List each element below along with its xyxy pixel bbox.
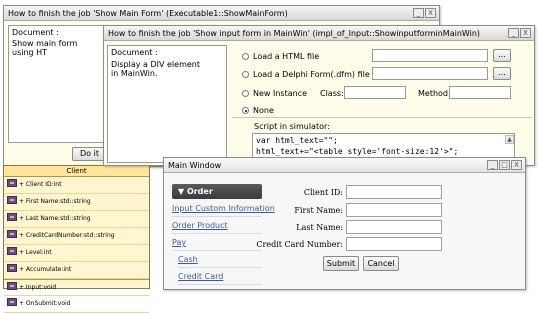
document-panel: Document : Display a DIV element in Main… [107, 45, 227, 163]
method-label: Method: [418, 89, 451, 98]
minimize-button[interactable]: _ [508, 28, 519, 38]
main-window: Main Window _ □ X ▼ Order Input Custom I… [163, 157, 526, 290]
radio-new-instance[interactable]: New Instance [242, 89, 307, 98]
code-line: var html_text=""; [256, 136, 338, 145]
class-input[interactable] [344, 86, 406, 99]
window-titlebar[interactable]: How to finish the job 'Show input form i… [104, 26, 534, 41]
last-name-label: Last Name: [296, 223, 343, 232]
client-id-label: Client ID: [303, 188, 343, 197]
field-icon [7, 213, 17, 221]
last-name-input[interactable] [346, 220, 442, 234]
field-icon [7, 196, 17, 204]
client-id-input[interactable] [346, 185, 442, 199]
radio-load-html[interactable]: Load a HTML file [242, 52, 319, 61]
field-icon [7, 264, 17, 272]
radio-none[interactable]: None [242, 106, 274, 115]
close-button[interactable]: X [425, 8, 436, 18]
class-member: + Accumulate:int [4, 262, 149, 279]
document-text: Display a DIV element in MainWin. [111, 60, 200, 78]
class-member: + Last Name:std::string [4, 211, 149, 228]
window-titlebar[interactable]: Main Window _ □ X [164, 158, 525, 173]
radio-circle[interactable] [242, 71, 249, 78]
class-diagram-client: Client + Client ID:int + First Name:std:… [3, 165, 150, 313]
document-label: Document : [12, 28, 59, 37]
field-icon [7, 179, 17, 187]
class-name: Client [4, 166, 149, 177]
document-label: Document : [111, 48, 158, 57]
method-icon [7, 282, 17, 290]
close-button[interactable]: X [511, 160, 522, 170]
radio-circle[interactable] [242, 53, 249, 60]
do-it-button[interactable]: Do it [72, 147, 107, 161]
window-title: Main Window [168, 161, 222, 170]
window-title: How to finish the job 'Show Main Form' (… [8, 9, 288, 18]
radio-circle[interactable] [242, 90, 249, 97]
credit-card-number-input[interactable] [346, 237, 442, 251]
close-button[interactable]: X [520, 28, 531, 38]
class-member: + CreditCardNumber:std::string [4, 228, 149, 245]
field-icon [7, 247, 17, 255]
window-title: How to finish the job 'Show input form i… [108, 29, 481, 38]
script-label: Script in simulator: [254, 122, 330, 131]
scroll-up-icon[interactable]: ▲ [505, 135, 514, 144]
maximize-button[interactable]: □ [499, 160, 510, 170]
class-label: Class: [320, 89, 344, 98]
credit-card-number-label: Credit Card Number: [256, 240, 343, 249]
code-line: html_text+="<table style='font-size:12'>… [256, 147, 459, 156]
html-file-input[interactable] [372, 49, 488, 62]
document-text: Show main form using HT [12, 39, 78, 57]
first-name-input[interactable] [346, 203, 442, 217]
method-input[interactable] [449, 86, 511, 99]
radio-circle-selected[interactable] [242, 107, 249, 114]
cancel-button[interactable]: Cancel [363, 256, 399, 271]
class-member: + Level:int [4, 245, 149, 262]
class-member: + Client ID:int [4, 177, 149, 194]
radio-load-delphi[interactable]: Load a Delphi Form(.dfm) file [242, 70, 370, 79]
method-icon [7, 298, 17, 306]
class-member: + First Name:std::string [4, 194, 149, 211]
delphi-file-input[interactable] [372, 67, 488, 80]
job-window-show-input-form: How to finish the job 'Show input form i… [103, 25, 535, 166]
nav-credit-card[interactable]: Credit Card [178, 269, 262, 285]
class-method: + Input:void [4, 279, 149, 296]
class-method: + OnSubmit:void [4, 296, 149, 313]
minimize-button[interactable]: _ [487, 160, 498, 170]
browse-delphi-button[interactable]: ... [493, 67, 511, 80]
field-icon [7, 230, 17, 238]
nav-cash[interactable]: Cash [178, 252, 262, 268]
window-titlebar[interactable]: How to finish the job 'Show Main Form' (… [4, 6, 439, 21]
browse-html-button[interactable]: ... [493, 49, 511, 62]
first-name-label: First Name: [294, 206, 343, 215]
document-panel: Document : Show main form using HT [8, 25, 105, 143]
minimize-button[interactable]: _ [413, 8, 424, 18]
submit-button[interactable]: Submit [323, 256, 359, 271]
